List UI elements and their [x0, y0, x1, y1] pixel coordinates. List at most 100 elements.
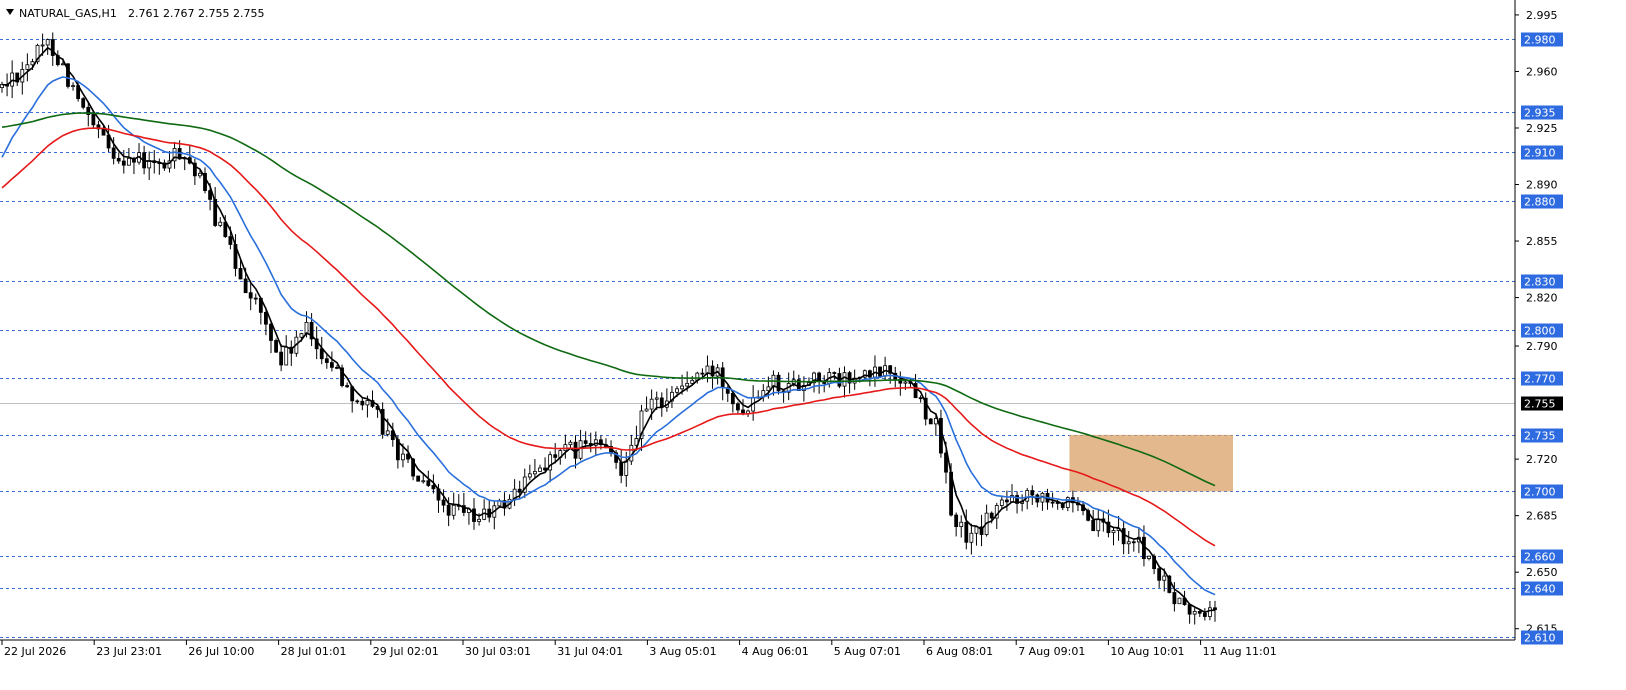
- candle-body-122: [619, 461, 624, 476]
- candle-body-231: [1172, 592, 1177, 605]
- candle-body-134: [680, 385, 684, 390]
- candle-body-83: [421, 480, 426, 483]
- candle-body-89: [451, 504, 456, 516]
- candle-body-72: [365, 400, 370, 406]
- candle-body-222: [1126, 541, 1131, 545]
- candle-body-216: [1096, 518, 1101, 532]
- candle-body-113: [573, 441, 578, 459]
- candle-body-5: [25, 64, 30, 70]
- candle-body-64: [324, 358, 329, 363]
- candle-body-14: [71, 85, 75, 88]
- candle-body-71: [360, 400, 365, 406]
- candle-body-59: [299, 333, 304, 338]
- candle-body-76: [385, 430, 390, 435]
- candle-body-229: [1162, 575, 1167, 581]
- candle-body-215: [1091, 519, 1096, 532]
- candle-body-39: [198, 172, 202, 177]
- candle-body-190: [964, 521, 969, 543]
- candle-body-188: [954, 514, 959, 528]
- candle-body-54: [274, 340, 278, 353]
- candle-body-25: [126, 157, 131, 166]
- candle-body-56: [284, 346, 289, 366]
- candle-body-66: [335, 366, 339, 369]
- chart-background: [0, 0, 1626, 686]
- level-tag-text-8: 2.700: [1524, 486, 1556, 499]
- candle-body-23: [116, 157, 121, 162]
- y-tick-label-4: 2.855: [1526, 235, 1558, 248]
- candle-body-68: [345, 385, 350, 388]
- candle-body-178: [903, 381, 908, 384]
- candle-body-203: [1030, 490, 1035, 496]
- x-tick-label-11: 7 Aug 09:01: [1018, 645, 1085, 658]
- chart-frame: 2.995 2.960 2.925 2.890 2.855 2.820 2.790 2.720…: [0, 0, 1626, 686]
- candle-body-45: [228, 236, 233, 245]
- candle-body-234: [1187, 604, 1192, 615]
- price-chart[interactable]: 2.995 2.960 2.925 2.890 2.855 2.820 2.790 2.720…: [0, 0, 1626, 686]
- candle-body-70: [355, 400, 360, 403]
- candle-body-128: [649, 398, 654, 410]
- candle-body-43: [218, 221, 223, 226]
- candle-body-198: [1005, 499, 1009, 503]
- candle-body-105: [533, 471, 537, 475]
- candle-body-85: [431, 485, 436, 490]
- candle-body-129: [654, 397, 659, 400]
- candle-body-16: [81, 98, 86, 108]
- candle-body-47: [238, 268, 243, 280]
- x-tick-label-4: 29 Jul 02:01: [373, 645, 439, 658]
- candle-body-192: [974, 526, 979, 534]
- candle-body-82: [416, 475, 421, 482]
- level-tag-text-0: 2.980: [1524, 34, 1556, 47]
- candle-body-22: [111, 147, 116, 159]
- candle-body-55: [279, 351, 284, 366]
- x-tick-label-6: 31 Jul 04:01: [557, 645, 623, 658]
- y-tick-label-2: 2.925: [1526, 122, 1558, 135]
- level-tag-text-2: 2.910: [1524, 147, 1556, 160]
- candle-body-48: [243, 278, 248, 294]
- candle-body-189: [959, 521, 964, 528]
- candle-body-145: [736, 403, 740, 411]
- candle-body-238: [1208, 607, 1212, 617]
- ohlc-readout: 2.761 2.767 2.755 2.755: [128, 7, 264, 20]
- candle-body-18: [91, 114, 96, 126]
- x-tick-label-5: 30 Jul 03:01: [465, 645, 531, 658]
- candle-body-109: [553, 454, 558, 458]
- x-tick-label-2: 26 Jul 10:00: [188, 645, 254, 658]
- x-tick-label-1: 23 Jul 23:01: [96, 645, 162, 658]
- candle-body-49: [248, 292, 253, 299]
- x-tick-label-9: 5 Aug 07:01: [834, 645, 901, 658]
- current-price-tag-text: 2.755: [1524, 398, 1556, 411]
- candle-body-236: [1197, 610, 1202, 614]
- candle-body-223: [1131, 541, 1136, 544]
- candle-body-195: [989, 512, 994, 519]
- candle-body-164: [832, 372, 837, 374]
- candle-body-53: [269, 323, 273, 341]
- level-tag-text-10: 2.640: [1524, 583, 1556, 596]
- candle-body-197: [999, 499, 1004, 506]
- y-tick-label-9: 2.650: [1526, 566, 1558, 579]
- candle-body-106: [538, 467, 542, 472]
- y-tick-label-0: 2.995: [1526, 9, 1558, 22]
- candle-body-94: [477, 518, 481, 522]
- level-tag-text-3: 2.880: [1524, 196, 1556, 209]
- level-tag-text-4: 2.830: [1524, 276, 1556, 289]
- candle-body-8: [40, 44, 45, 47]
- candle-body-181: [918, 397, 923, 400]
- level-tag-text-9: 2.660: [1524, 551, 1556, 564]
- candle-body-60: [304, 321, 309, 335]
- candle-body-84: [426, 480, 431, 486]
- level-tag-text-1: 2.935: [1524, 107, 1556, 120]
- candle-body-183: [928, 418, 933, 425]
- x-tick-label-7: 3 Aug 05:01: [649, 645, 716, 658]
- level-tag-text-5: 2.800: [1524, 325, 1556, 338]
- candle-body-138: [700, 372, 705, 375]
- x-tick-label-8: 4 Aug 06:01: [742, 645, 809, 658]
- candle-body-112: [568, 441, 573, 446]
- candle-body-228: [1157, 568, 1162, 581]
- y-tick-label-5: 2.820: [1526, 292, 1558, 305]
- y-tick-label-3: 2.890: [1526, 179, 1558, 192]
- candle-body-202: [1025, 490, 1030, 502]
- candle-body-232: [1177, 597, 1182, 605]
- x-tick-label-3: 28 Jul 01:01: [281, 645, 347, 658]
- candle-body-130: [659, 397, 664, 408]
- candle-body-79: [401, 453, 405, 461]
